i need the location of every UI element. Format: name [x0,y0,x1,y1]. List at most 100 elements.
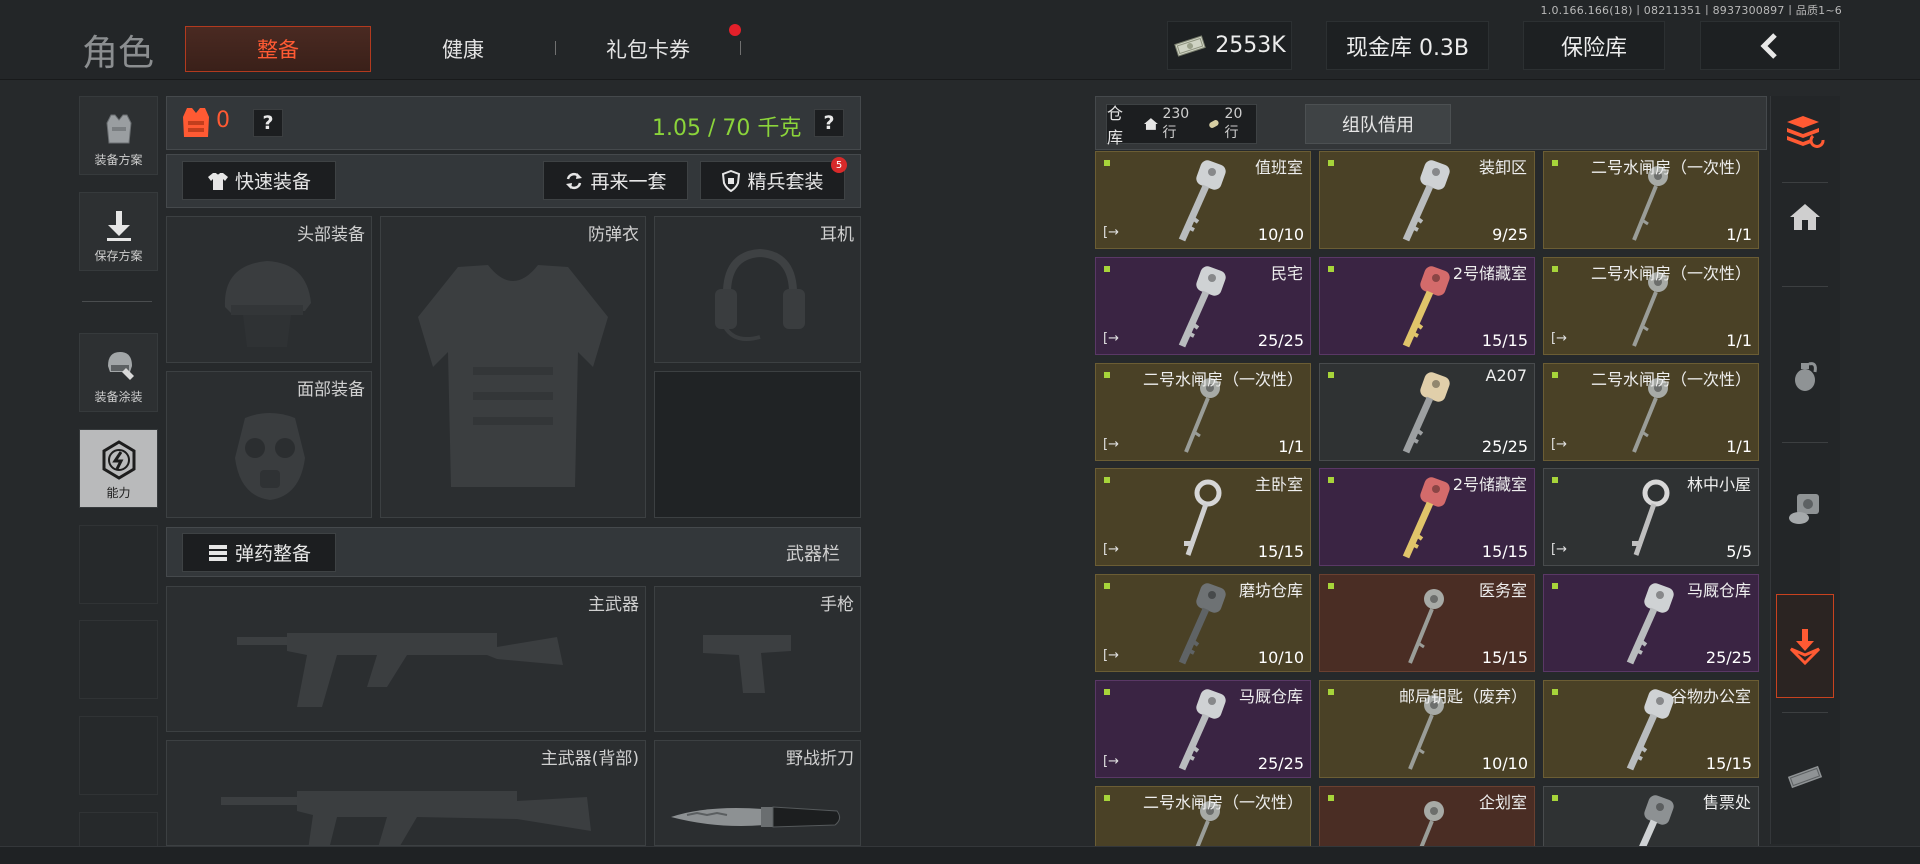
cash-stack-icon [1174,34,1207,57]
exit-marker-icon: [→ [1551,542,1567,557]
storage-item[interactable]: 林中小屋 5/5 [→ [1543,468,1759,566]
empty-gear-slot[interactable] [654,371,861,518]
storage-item[interactable]: 值班室 10/10 [→ [1095,151,1311,249]
money-nav[interactable] [1773,742,1837,812]
exit-marker-icon: [→ [1551,437,1567,452]
key-icon [1178,266,1226,348]
ammo-equip-button[interactable]: 弹药整备 [182,533,336,572]
key-icon [1178,583,1226,665]
storage-item[interactable]: 2号储藏室 15/15 [1319,257,1535,355]
sidebar-save-plan[interactable]: 保存方案 [79,192,158,271]
item-name: 二号水闸房（一次性） [1590,264,1751,283]
item-count: 15/15 [1481,648,1528,667]
storage-item[interactable]: 二号水闸房（一次性） 1/1 [→ [1543,363,1759,461]
quick-equip-button[interactable]: 快速装备 [182,161,336,200]
weight-help-button[interactable]: ? [814,109,844,137]
bottom-strip [0,846,1920,864]
new-indicator [1104,477,1110,483]
storage-item[interactable]: 主卧室 15/15 [→ [1095,468,1311,566]
pistol-silhouette-icon [703,635,791,693]
item-count: 25/25 [1705,648,1752,667]
home-icon [1790,204,1820,230]
new-indicator [1104,795,1110,801]
exit-marker-icon: [→ [1103,437,1119,452]
stack-refresh-nav[interactable] [1773,96,1837,166]
page-title: 角色 [82,33,155,74]
body-armor-slot[interactable]: 防弹衣 [380,216,646,518]
key-icon [1632,479,1670,556]
cash-vault-button[interactable]: 现金库 0.3B [1326,21,1489,70]
face-gear-slot[interactable]: 面部装备 [166,371,372,518]
storage-item[interactable]: 二号水闸房（一次性） 1/1 [→ [1095,363,1311,461]
sidebar-loadout-plan[interactable]: 装备方案 [79,96,158,175]
tab-gift-cards[interactable]: 礼包卡券 [555,26,741,72]
storage-item[interactable]: 谷物办公室 15/15 [1543,680,1759,778]
storage-item[interactable]: 2号储藏室 15/15 [1319,468,1535,566]
exit-marker-icon: [→ [1103,754,1119,769]
home-nav[interactable] [1773,182,1837,252]
item-count: 15/15 [1705,754,1752,773]
money-display[interactable]: 2553K [1167,21,1292,70]
exit-marker-icon: [→ [1103,542,1119,557]
new-indicator [1104,160,1110,166]
armor-count: 0 [216,108,230,133]
item-name: 值班室 [1254,158,1303,177]
tab-health[interactable]: 健康 [370,26,556,72]
knife-slot[interactable]: 野战折刀 [654,740,861,846]
sidebar-empty-slot [79,525,158,604]
money-amount: 2553K [1215,33,1286,58]
new-indicator [1552,583,1558,589]
storage-item[interactable]: 马厩仓库 25/25 [1543,574,1759,672]
item-name: 马厩仓库 [1238,687,1303,706]
download-icon [106,211,131,241]
item-name: 二号水闸房（一次性） [1590,370,1751,389]
insurance-vault-button[interactable]: 保险库 [1523,21,1665,70]
item-count: 15/15 [1481,331,1528,350]
head-gear-slot[interactable]: 头部装备 [166,216,372,363]
new-indicator [1328,266,1334,272]
item-count: 10/10 [1257,648,1304,667]
back-button[interactable] [1700,21,1840,70]
item-name: 邮局钥匙（废弃） [1398,687,1527,706]
grenade-nav[interactable] [1773,340,1837,410]
money-icon [1787,765,1823,789]
storage-item[interactable]: 装卸区 9/25 [1319,151,1535,249]
item-name: 林中小屋 [1686,475,1751,494]
weapon-bar-label: 武器栏 [786,544,840,565]
again-button[interactable]: 再来一套 [543,161,688,200]
item-count: 25/25 [1481,437,1528,456]
storage-item[interactable]: 医务室 15/15 [1319,574,1535,672]
storage-item[interactable]: 二号水闸房（一次性） 1/1 [1543,151,1759,249]
storage-tab[interactable]: 仓库 230行 20行 [1106,104,1257,147]
sidebar-equipment-skin[interactable]: 装备涂装 [79,333,158,412]
item-count: 5/5 [1726,542,1752,561]
team-borrow-button[interactable]: 组队借用 [1305,104,1451,144]
headset-slot[interactable]: 耳机 [654,216,861,363]
storage-item[interactable]: 民宅 25/25 [→ [1095,257,1311,355]
item-name: 二号水闸房（一次性） [1590,158,1751,177]
sell-nav-active[interactable] [1776,594,1834,698]
exit-marker-icon: [→ [1103,648,1119,663]
storage-item[interactable]: 磨坊仓库 10/10 [→ [1095,574,1311,672]
grenade-icon [1795,362,1817,391]
tab-equip[interactable]: 整备 [185,26,371,72]
chevron-left-icon [1760,32,1777,59]
storage-item[interactable]: 马厩仓库 25/25 [→ [1095,680,1311,778]
help-button[interactable]: ? [253,109,283,137]
secondary-primary-weapon-slot[interactable]: 主武器(背部) [166,740,646,846]
key-icon [1402,266,1450,348]
new-indicator [1104,583,1110,589]
item-name: 二号水闸房（一次性） [1142,793,1303,812]
sidebar-ability[interactable]: 能力 [79,429,158,508]
item-name: 2号储藏室 [1452,475,1527,494]
headset-silhouette-icon [715,248,805,341]
pistol-slot[interactable]: 手枪 [654,586,861,732]
storage-item[interactable]: 邮局钥匙（废弃） 10/10 [1319,680,1535,778]
storage-item[interactable]: 二号水闸房（一次性） 1/1 [→ [1543,257,1759,355]
primary-weapon-slot[interactable]: 主武器 [166,586,646,732]
sell-icon [1789,629,1821,665]
ammo-box-nav[interactable] [1773,474,1837,544]
elite-set-button[interactable]: 精兵套装 [700,161,845,200]
storage-item[interactable]: A207 25/25 [1319,363,1535,461]
item-count: 15/15 [1257,542,1304,561]
